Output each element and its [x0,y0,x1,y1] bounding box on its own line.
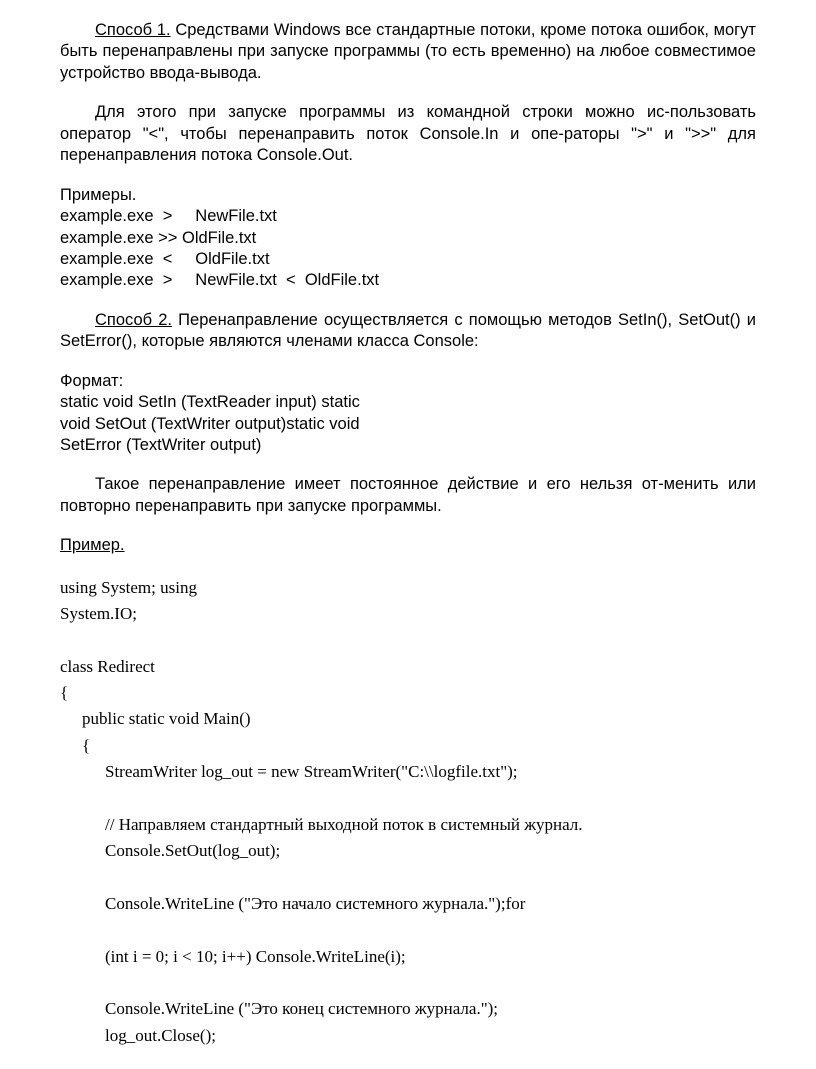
examples-header: Примеры. [60,185,756,206]
code-line: { [82,733,756,759]
code-line: Console.WriteLine ("Это начало системног… [105,891,756,917]
format-lines: static void SetIn (TextReader input) sta… [60,392,756,456]
examples-block: Примеры. example.exe > NewFile.txt examp… [60,185,756,292]
method2-label: Способ 2. [95,311,172,329]
paragraph-method2: Способ 2. Перенаправление осуществляется… [60,310,756,353]
format-block: Формат: static void SetIn (TextReader in… [60,371,756,457]
code-line: Console.SetOut(log_out); [105,838,756,864]
paragraph-redirect-explain: Для этого при запуске программы из коман… [60,102,756,166]
example-label-block: Пример. [60,535,756,556]
examples-lines: example.exe > NewFile.txt example.exe >>… [60,206,756,292]
code-line: using System; using [60,575,756,601]
code-line: log_out.Close(); [105,1023,756,1049]
code-line: System.IO; [60,601,756,627]
method1-label: Способ 1. [95,21,171,39]
code-line: // Направляем стандартный выходной поток… [105,812,756,838]
paragraph-permanent: Такое перенаправление имеет постоянное д… [60,474,756,517]
code-line: class Redirect [60,654,756,680]
code-line: public static void Main() [82,706,756,732]
paragraph-method1: Способ 1. Средствами Windows все стандар… [60,20,756,84]
code-line: Console.WriteLine ("Это конец системного… [105,996,756,1022]
format-header: Формат: [60,371,756,392]
code-line: (int i = 0; i < 10; i++) Console.WriteLi… [105,944,756,970]
example-label: Пример. [60,536,125,554]
code-block: using System; using System.IO; class Red… [60,575,756,1049]
code-line: { [60,680,756,706]
code-line: StreamWriter log_out = new StreamWriter(… [105,759,756,785]
